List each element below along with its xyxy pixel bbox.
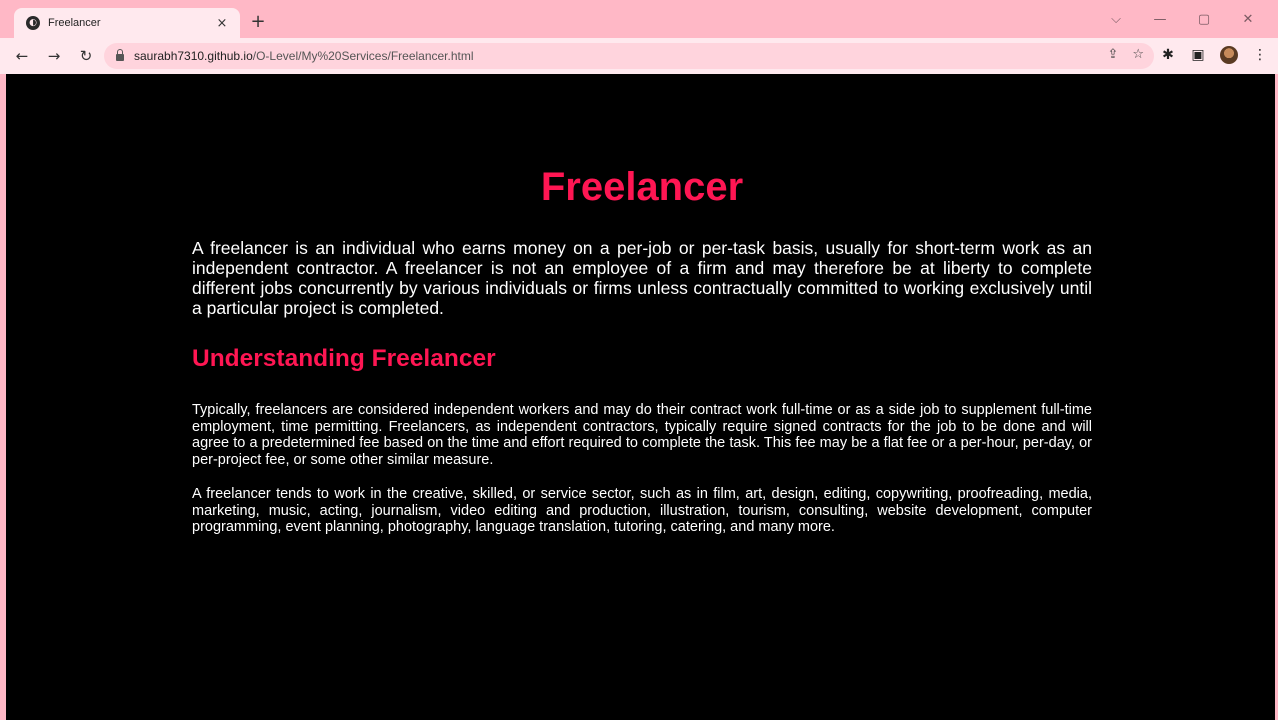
page-content: Freelancer A freelancer is an individual… xyxy=(192,164,1092,536)
close-window-button[interactable]: ✕ xyxy=(1226,10,1270,30)
back-button[interactable]: ← xyxy=(12,46,32,66)
url-host: saurabh7310.github.io xyxy=(134,49,253,63)
tab-search-icon[interactable]: ⌵ xyxy=(1094,10,1138,30)
bookmark-star-icon[interactable]: ☆ xyxy=(1132,47,1144,62)
browser-toolbar: ← → ↻ saurabh7310.github.io/O-Level/My%2… xyxy=(0,38,1278,74)
address-bar[interactable]: saurabh7310.github.io/O-Level/My%20Servi… xyxy=(104,43,1154,69)
profile-avatar[interactable] xyxy=(1220,46,1238,64)
intro-paragraph: A freelancer is an individual who earns … xyxy=(192,238,1092,318)
page-viewport: Freelancer A freelancer is an individual… xyxy=(6,74,1275,720)
page-title: Freelancer xyxy=(540,165,744,209)
tab-strip: ◐ Freelancer × + ⌵ — ▢ ✕ xyxy=(0,0,1278,38)
url-path: /O-Level/My%20Services/Freelancer.html xyxy=(252,49,474,63)
share-icon[interactable]: ⇪ xyxy=(1107,47,1118,62)
close-tab-icon[interactable]: × xyxy=(214,16,230,31)
minimize-button[interactable]: — xyxy=(1138,10,1182,30)
paragraph: Typically, freelancers are considered in… xyxy=(192,402,1092,468)
paragraph: A freelancer tends to work in the creati… xyxy=(192,486,1092,535)
globe-icon: ◐ xyxy=(26,16,40,30)
extensions-icon[interactable]: ✱ xyxy=(1160,47,1176,63)
window-controls: ⌵ — ▢ ✕ xyxy=(1094,10,1270,30)
reload-button[interactable]: ↻ xyxy=(76,46,96,66)
new-tab-button[interactable]: + xyxy=(248,12,268,32)
menu-icon[interactable]: ⋮ xyxy=(1252,47,1268,63)
lock-icon[interactable] xyxy=(116,49,124,61)
tab-title: Freelancer xyxy=(48,17,101,29)
restore-button[interactable]: ▢ xyxy=(1182,10,1226,30)
tab-freelancer[interactable]: ◐ Freelancer × xyxy=(14,8,240,38)
section-title: Understanding Freelancer xyxy=(192,345,496,372)
side-panel-icon[interactable]: ▣ xyxy=(1190,47,1206,63)
forward-button[interactable]: → xyxy=(44,46,64,66)
